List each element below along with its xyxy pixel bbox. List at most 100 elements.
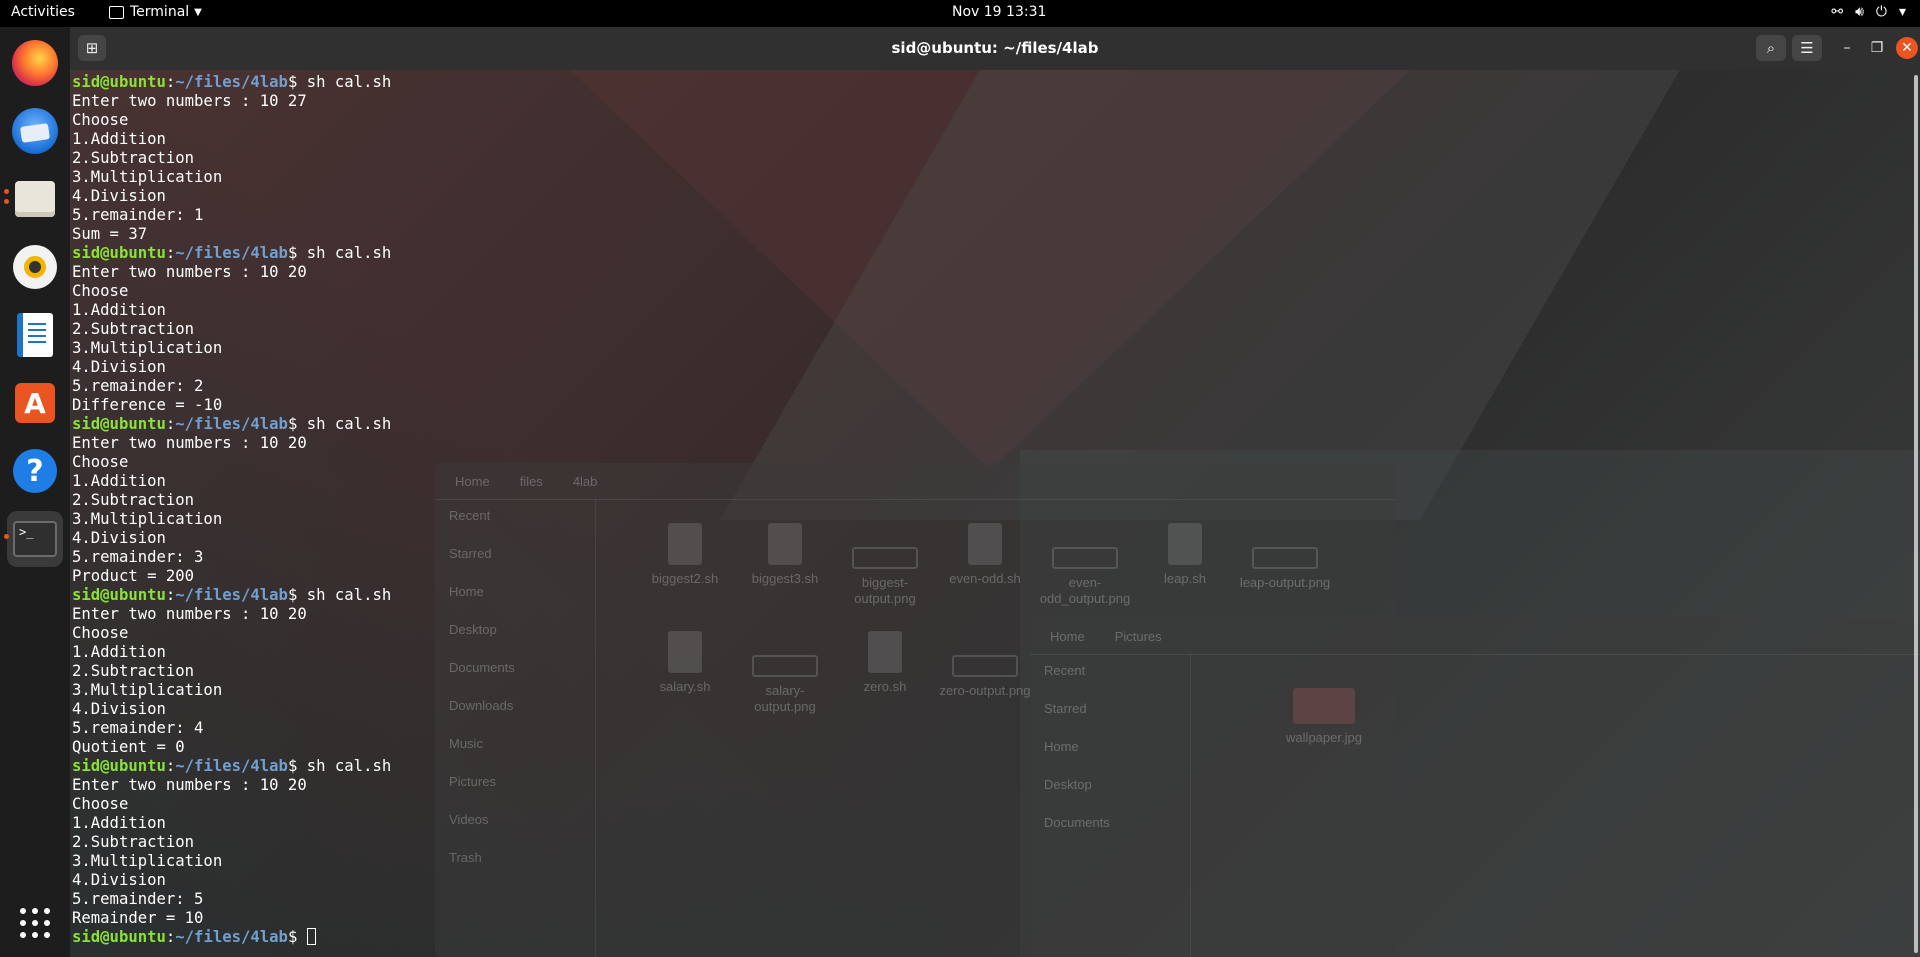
output-line: 3.Multiplication xyxy=(72,852,223,870)
prompt-separator: : xyxy=(165,415,176,433)
prompt-line: sid@ubuntu:~/files/4lab$ sh cal.sh xyxy=(72,757,1892,776)
command-text: sh cal.sh xyxy=(306,757,392,775)
prompt-dollar: $ xyxy=(287,73,307,91)
prompt-user-host: sid@ubuntu xyxy=(72,244,166,262)
output-line: 2.Subtraction xyxy=(72,149,195,167)
terminal-window: ⊞ sid@ubuntu: ~/files/4lab ⌕ ☰ – ❐ ✕ Hom… xyxy=(70,27,1920,957)
power-icon: ⏻ xyxy=(1875,4,1887,20)
search-button[interactable]: ⌕ xyxy=(1756,35,1786,61)
window-title: sid@ubuntu: ~/files/4lab xyxy=(891,39,1099,57)
rhythmbox-icon xyxy=(13,245,57,289)
output-line: 4.Division xyxy=(72,529,166,547)
output-line: 1.Addition xyxy=(72,472,166,490)
search-icon: ⌕ xyxy=(1766,39,1776,57)
prompt-line: sid@ubuntu:~/files/4lab$ sh cal.sh xyxy=(72,415,1892,434)
output-line: 3.Multiplication xyxy=(72,168,223,186)
menu-button[interactable]: ☰ xyxy=(1792,35,1822,61)
writer-icon xyxy=(17,313,53,357)
output-line: 2.Subtraction xyxy=(72,491,195,509)
output-line: 3.Multiplication xyxy=(72,681,223,699)
dock-firefox[interactable] xyxy=(7,35,63,91)
prompt-path: ~/files/4lab xyxy=(175,73,288,91)
maximize-button[interactable]: ❐ xyxy=(1866,37,1888,59)
output-line: Enter two numbers : 10 20 xyxy=(72,434,307,452)
prompt-user-host: sid@ubuntu xyxy=(72,928,166,946)
system-tray[interactable]: ⚯ 🔊︎ ⏻ ▾ xyxy=(1831,4,1906,20)
output-line: 4.Division xyxy=(72,871,166,889)
prompt-line: sid@ubuntu:~/files/4lab$ sh cal.sh xyxy=(72,73,1892,92)
minimize-icon: – xyxy=(1843,40,1851,56)
output-line: Remainder = 10 xyxy=(72,909,204,927)
show-applications-button[interactable] xyxy=(7,895,63,951)
output-line: Sum = 37 xyxy=(72,225,148,243)
prompt-separator: : xyxy=(165,73,176,91)
output-line: 5.remainder: 2 xyxy=(72,377,204,395)
command-text: sh cal.sh xyxy=(306,586,392,604)
prompt-user-host: sid@ubuntu xyxy=(72,415,166,433)
scrollbar-thumb[interactable] xyxy=(1914,75,1918,953)
title-bar: ⊞ sid@ubuntu: ~/files/4lab ⌕ ☰ – ❐ ✕ xyxy=(70,27,1920,71)
prompt-line: sid@ubuntu:~/files/4lab$ xyxy=(72,928,1892,947)
command-text: sh cal.sh xyxy=(306,415,392,433)
prompt-user-host: sid@ubuntu xyxy=(72,757,166,775)
menu-caret-icon: ▾ xyxy=(1898,4,1906,20)
command-text: sh cal.sh xyxy=(306,244,392,262)
files-icon xyxy=(15,181,55,217)
output-line: Choose xyxy=(72,282,129,300)
thunderbird-icon xyxy=(12,108,58,154)
output-line: Product = 200 xyxy=(72,567,195,585)
activities-button[interactable]: Activities xyxy=(11,4,75,20)
dock-thunderbird[interactable] xyxy=(7,103,63,159)
prompt-line: sid@ubuntu:~/files/4lab$ sh cal.sh xyxy=(72,586,1892,605)
prompt-separator: : xyxy=(165,244,176,262)
prompt-user-host: sid@ubuntu xyxy=(72,586,166,604)
prompt-dollar: $ xyxy=(287,415,307,433)
dock-files[interactable] xyxy=(7,171,63,227)
hamburger-menu-icon: ☰ xyxy=(1800,39,1814,57)
prompt-dollar: $ xyxy=(287,928,307,946)
prompt-dollar: $ xyxy=(287,244,307,262)
volume-icon: 🔊︎ xyxy=(1855,4,1864,20)
prompt-dollar: $ xyxy=(287,586,307,604)
terminal-output[interactable]: sid@ubuntu:~/files/4lab$ sh cal.sh Enter … xyxy=(72,73,1892,953)
output-line: 5.remainder: 4 xyxy=(72,719,204,737)
output-line: 3.Multiplication xyxy=(72,339,223,357)
prompt-separator: : xyxy=(165,928,176,946)
output-line: 3.Multiplication xyxy=(72,510,223,528)
output-line: Enter two numbers : 10 27 xyxy=(72,92,307,110)
output-line: 1.Addition xyxy=(72,130,166,148)
app-menu-label: Terminal xyxy=(130,4,190,20)
scrollbar[interactable] xyxy=(1912,71,1920,957)
output-line: Difference = -10 xyxy=(72,396,223,414)
dock-writer[interactable] xyxy=(7,307,63,363)
output-line: 5.remainder: 3 xyxy=(72,548,204,566)
firefox-icon xyxy=(12,40,58,86)
dock-software[interactable]: A xyxy=(7,375,63,431)
output-line: Enter two numbers : 10 20 xyxy=(72,605,307,623)
output-line: 2.Subtraction xyxy=(72,662,195,680)
prompt-user-host: sid@ubuntu xyxy=(72,73,166,91)
dock-terminal[interactable]: >_ xyxy=(7,511,63,567)
close-button[interactable]: ✕ xyxy=(1896,37,1918,59)
minimize-button[interactable]: – xyxy=(1836,37,1858,59)
dock-help[interactable]: ? xyxy=(7,443,63,499)
output-line: Choose xyxy=(72,624,129,642)
dock: A ? >_ xyxy=(0,27,70,957)
prompt-separator: : xyxy=(165,586,176,604)
output-line: 1.Addition xyxy=(72,814,166,832)
prompt-dollar: $ xyxy=(287,757,307,775)
output-line: 4.Division xyxy=(72,700,166,718)
dock-rhythmbox[interactable] xyxy=(7,239,63,295)
output-line: Quotient = 0 xyxy=(72,738,185,756)
chevron-down-icon: ▼ xyxy=(194,6,202,18)
clock[interactable]: Nov 19 13:31 xyxy=(952,4,1046,20)
app-menu[interactable]: Terminal ▼ xyxy=(109,4,202,20)
help-icon: ? xyxy=(13,449,57,493)
output-line: Choose xyxy=(72,111,129,129)
output-line: Enter two numbers : 10 20 xyxy=(72,263,307,281)
output-line: 4.Division xyxy=(72,358,166,376)
top-bar: Activities Terminal ▼ Nov 19 13:31 ⚯ 🔊︎ … xyxy=(0,0,1920,27)
prompt-path: ~/files/4lab xyxy=(175,586,288,604)
output-line: 5.remainder: 1 xyxy=(72,206,204,224)
output-line: 5.remainder: 5 xyxy=(72,890,204,908)
